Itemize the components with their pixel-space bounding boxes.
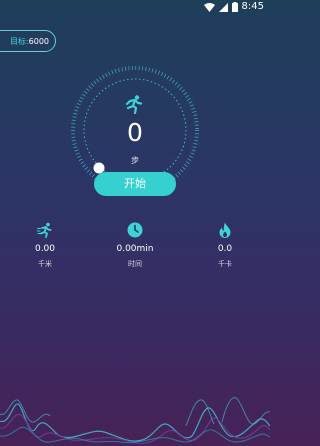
runner-icon [125, 95, 143, 114]
wave-decoration [0, 397, 270, 444]
flame-icon [219, 222, 231, 238]
running-icon [37, 222, 52, 238]
stat-label: 千卡 [218, 260, 232, 268]
step-count: 0 [127, 118, 143, 147]
start-button[interactable]: 开始 [94, 172, 176, 196]
step-unit: 步 [131, 156, 139, 165]
stat-value: 0.0 [217, 244, 233, 254]
stat-value: 0.00min [116, 244, 154, 254]
stat-label: 千米 [38, 260, 52, 268]
stat-label: 时间 [128, 260, 142, 268]
stat-time: 0.00min 时间 [90, 222, 180, 269]
stat-distance: 0.00 千米 [0, 222, 90, 269]
clock-icon [127, 222, 143, 238]
stat-value: 0.00 [34, 244, 56, 254]
stat-calories: 0.0 千卡 [180, 222, 270, 269]
